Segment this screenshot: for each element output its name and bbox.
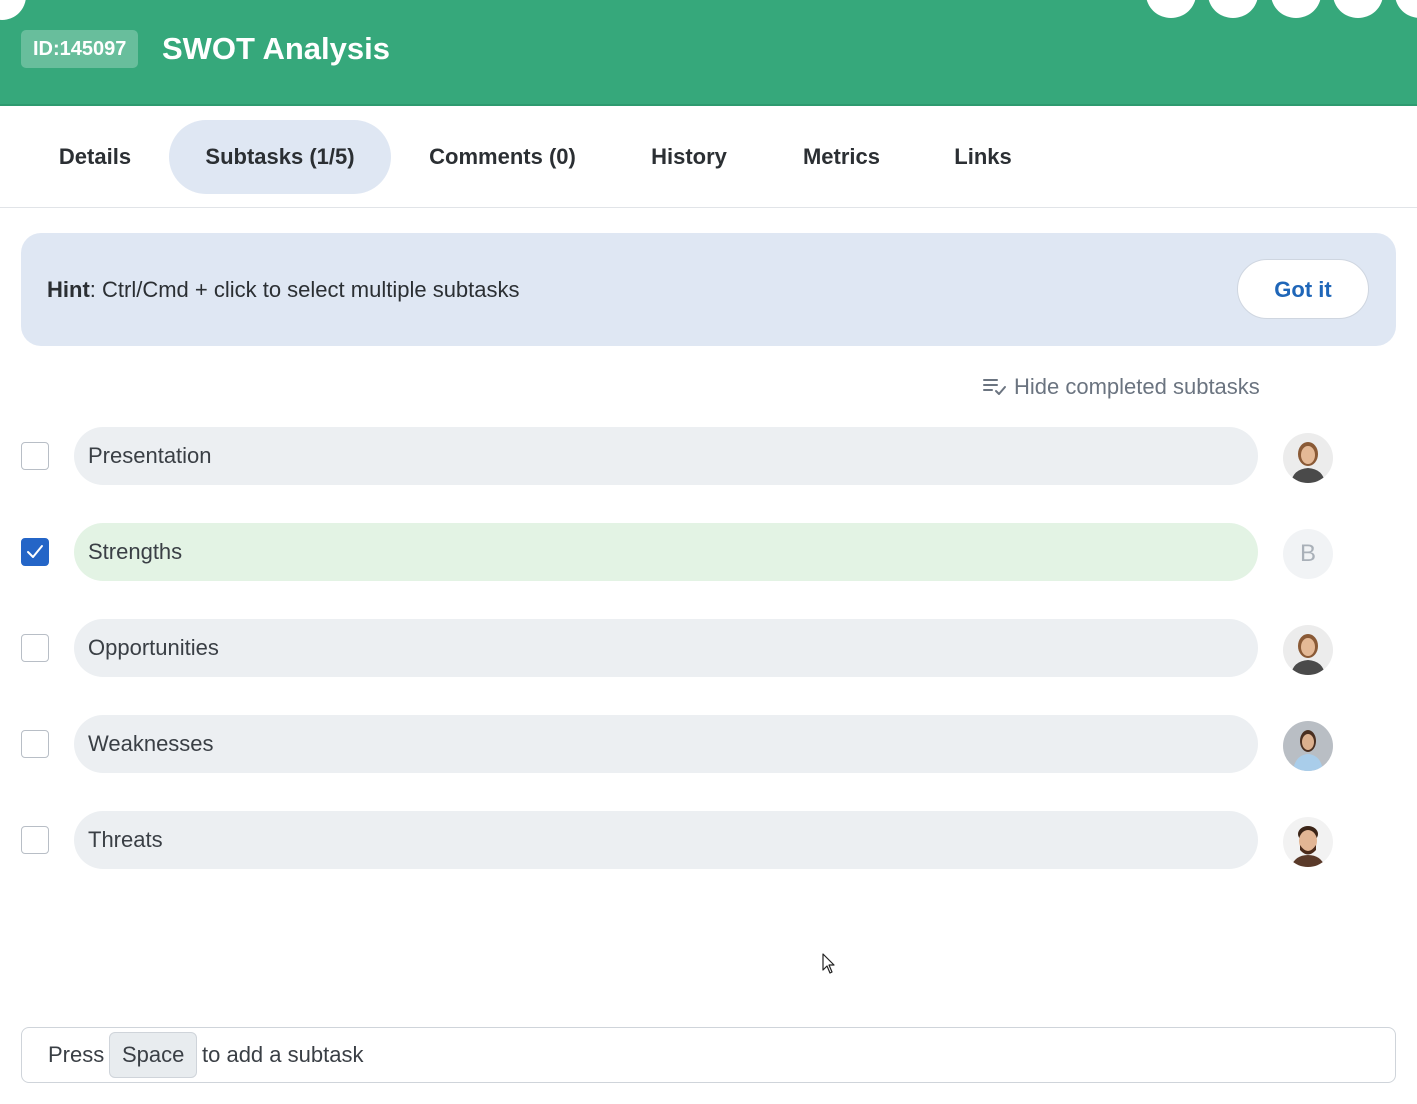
board-icon-button[interactable] — [1271, 0, 1321, 18]
add-subtask-input[interactable]: Press Space to add a subtask — [21, 1027, 1396, 1083]
hint-message: : Ctrl/Cmd + click to select multiple su… — [89, 277, 520, 302]
task-id-badge[interactable]: ID:145097 — [21, 30, 139, 68]
tab-history[interactable]: History — [632, 120, 746, 194]
subtask-name[interactable]: Strengths — [74, 523, 1258, 581]
subtask-row: Opportunities — [0, 619, 1417, 677]
tab-links[interactable]: Links — [937, 120, 1029, 194]
subtask-row: Threats — [0, 811, 1417, 869]
subtask-checkbox[interactable] — [21, 826, 49, 854]
follow-icon-button[interactable] — [1146, 0, 1196, 18]
tab-details[interactable]: Details — [40, 120, 150, 194]
back-button[interactable] — [0, 0, 26, 20]
subtask-name[interactable]: Weaknesses — [74, 715, 1258, 773]
subtask-row: Presentation — [0, 427, 1417, 485]
assignee-avatar[interactable]: B — [1283, 529, 1333, 579]
hint-banner: Hint: Ctrl/Cmd + click to select multipl… — [21, 233, 1396, 346]
hint-text: Hint: Ctrl/Cmd + click to select multipl… — [47, 273, 520, 307]
calendar-icon-button[interactable] — [1208, 0, 1258, 18]
got-it-button[interactable]: Got it — [1237, 259, 1369, 319]
list-check-icon — [983, 379, 1006, 395]
checkmark-icon — [27, 545, 43, 558]
assignee-avatar[interactable] — [1283, 721, 1333, 771]
subtask-row: Strengths B — [0, 523, 1417, 581]
subtask-name[interactable]: Threats — [74, 811, 1258, 869]
tab-subtasks[interactable]: Subtasks (1/5) — [169, 120, 391, 194]
assignee-avatar[interactable] — [1283, 625, 1333, 675]
tab-metrics[interactable]: Metrics — [784, 120, 899, 194]
subtask-row: Weaknesses — [0, 715, 1417, 773]
tab-comments[interactable]: Comments (0) — [410, 120, 595, 194]
subtask-name[interactable]: Opportunities — [74, 619, 1258, 677]
mouse-cursor-icon — [822, 953, 835, 974]
subtask-checkbox[interactable] — [21, 442, 49, 470]
task-title[interactable]: SWOT Analysis — [162, 28, 390, 70]
add-subtask-prefix: Press — [48, 1042, 105, 1067]
hint-label: Hint — [47, 277, 90, 302]
add-subtask-suffix: to add a subtask — [202, 1042, 364, 1067]
task-header: ID:145097 SWOT Analysis — [0, 0, 1417, 106]
task-tabs: Details Subtasks (1/5) Comments (0) Hist… — [0, 106, 1417, 208]
subtask-name[interactable]: Presentation — [74, 427, 1258, 485]
subtask-checkbox[interactable] — [21, 634, 49, 662]
more-icon-button[interactable] — [1333, 0, 1383, 18]
assignee-avatar[interactable] — [1283, 433, 1333, 483]
hide-completed-label: Hide completed subtasks — [1014, 374, 1260, 399]
close-icon-button[interactable] — [1395, 0, 1417, 18]
assignee-avatar[interactable] — [1283, 817, 1333, 867]
subtask-checkbox[interactable] — [21, 730, 49, 758]
subtask-checkbox[interactable] — [21, 538, 49, 566]
space-key-badge: Space — [109, 1032, 198, 1078]
